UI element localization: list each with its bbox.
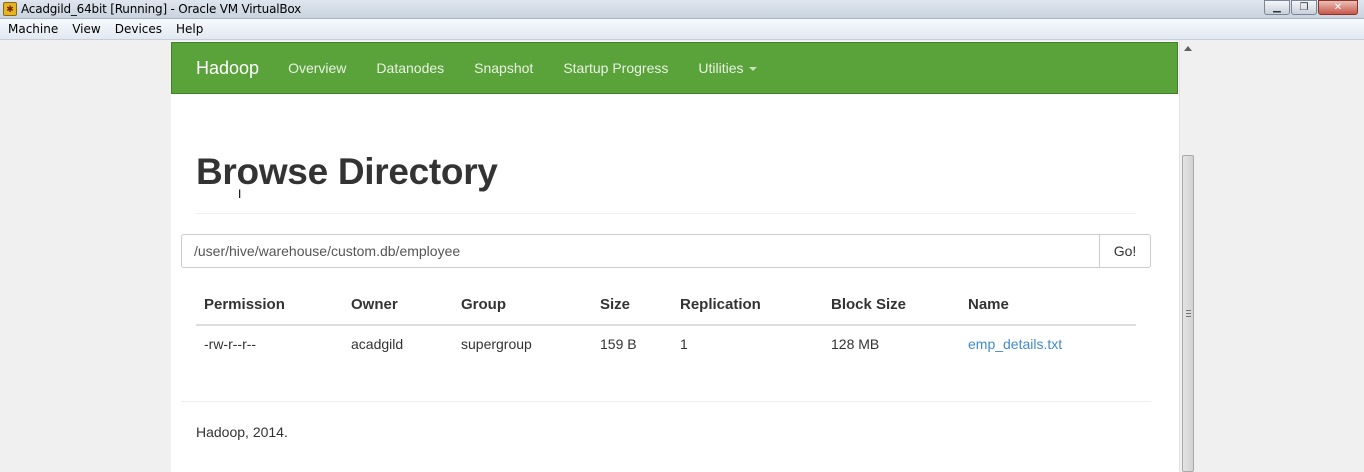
window-controls: ▁ ❐ ✕ [1263, 0, 1358, 16]
go-button[interactable]: Go! [1099, 234, 1151, 268]
menu-help[interactable]: Help [176, 22, 203, 36]
header-owner[interactable]: Owner [343, 285, 453, 326]
text-cursor-icon: I [238, 187, 242, 201]
nav-utilities-label: Utilities [698, 60, 744, 76]
close-button[interactable]: ✕ [1318, 0, 1358, 15]
table-row: -rw-r--r-- acadgild supergroup 159 B 1 1… [196, 325, 1136, 361]
page-footer: Hadoop, 2014. [196, 424, 288, 440]
hadoop-navbar: Hadoop Overview Datanodes Snapshot Start… [171, 42, 1178, 94]
window-titlebar: ✱ Acadgild_64bit [Running] - Oracle VM V… [0, 0, 1364, 19]
nav-utilities[interactable]: Utilities [698, 60, 757, 76]
footer-divider [181, 401, 1151, 402]
cell-name: emp_details.txt [960, 325, 1136, 361]
nav-startup-progress[interactable]: Startup Progress [563, 60, 668, 76]
header-replication[interactable]: Replication [672, 285, 823, 326]
nav-overview[interactable]: Overview [288, 60, 346, 76]
heading-divider [196, 213, 1136, 214]
directory-table: Permission Owner Group Size Replication … [196, 285, 1136, 361]
hdfs-browser-page: Hadoop Overview Datanodes Snapshot Start… [171, 41, 1179, 472]
menubar: Machine View Devices Help [0, 19, 1364, 40]
cell-size: 159 B [600, 335, 637, 352]
header-name[interactable]: Name [960, 285, 1136, 326]
navbar-brand[interactable]: Hadoop [196, 58, 259, 79]
virtualbox-icon: ✱ [3, 2, 17, 16]
nav-snapshot[interactable]: Snapshot [474, 60, 533, 76]
cell-owner: acadgild [351, 335, 404, 352]
arrow-up-icon[interactable] [1184, 46, 1192, 51]
scrollbar-grip [1186, 310, 1191, 317]
header-size[interactable]: Size [592, 285, 672, 326]
restore-button[interactable]: ❐ [1291, 0, 1317, 15]
header-permission[interactable]: Permission [196, 285, 343, 326]
vertical-scrollbar[interactable] [1179, 41, 1195, 472]
menu-devices[interactable]: Devices [115, 22, 162, 36]
cell-block-size: 128 MB [831, 335, 880, 352]
page-title: Browse Directory [196, 151, 498, 192]
window-title: Acadgild_64bit [Running] - Oracle VM Vir… [21, 2, 302, 16]
guest-viewport: Hadoop Overview Datanodes Snapshot Start… [0, 41, 1364, 472]
table-header-row: Permission Owner Group Size Replication … [196, 285, 1136, 326]
header-block-size[interactable]: Block Size [823, 285, 960, 326]
cell-replication: 1 [680, 335, 688, 352]
cell-permission: -rw-r--r-- [204, 335, 257, 352]
cell-group: supergroup [461, 335, 532, 352]
scrollbar-thumb[interactable] [1182, 155, 1194, 472]
header-group[interactable]: Group [453, 285, 592, 326]
menu-view[interactable]: View [72, 22, 100, 36]
nav-datanodes[interactable]: Datanodes [376, 60, 444, 76]
path-input-group: /user/hive/warehouse/custom.db/employee … [181, 234, 1151, 268]
menu-machine[interactable]: Machine [8, 22, 58, 36]
directory-path-input[interactable]: /user/hive/warehouse/custom.db/employee [181, 234, 1099, 268]
minimize-button[interactable]: ▁ [1264, 0, 1290, 15]
caret-down-icon [748, 67, 757, 72]
file-link[interactable]: emp_details.txt [968, 336, 1062, 352]
